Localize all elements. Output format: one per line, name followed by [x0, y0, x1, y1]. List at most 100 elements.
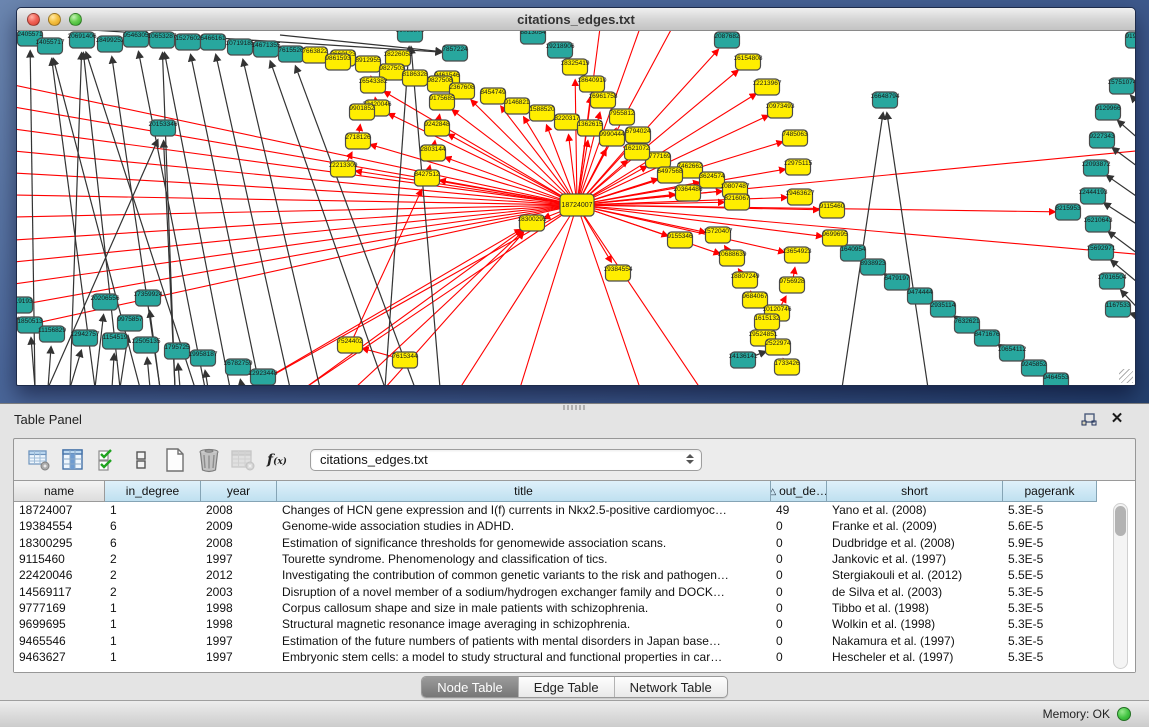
table-cell[interactable]: 1 [105, 634, 201, 648]
table-cell[interactable]: Franke et al. (2009) [827, 519, 1003, 533]
table-cell[interactable]: 0 [771, 519, 827, 533]
create-column-button[interactable] [160, 446, 190, 474]
table-cell[interactable]: 0 [771, 536, 827, 550]
table-cell[interactable]: 6 [105, 536, 201, 550]
minimize-window-button[interactable] [48, 13, 61, 26]
table-row[interactable]: 1456911722003Disruption of a novel membe… [14, 583, 1135, 599]
table-cell[interactable]: Yano et al. (2008) [827, 503, 1003, 517]
table-cell[interactable]: 5.5E-5 [1003, 568, 1097, 582]
table-cell[interactable]: Hescheler et al. (1997) [827, 650, 1003, 664]
table-cell[interactable]: 9463627 [14, 650, 105, 664]
table-cell[interactable]: Corpus callosum shape and size in male p… [277, 601, 771, 615]
table-cell[interactable]: 5.3E-5 [1003, 650, 1097, 664]
table-cell[interactable]: 1997 [201, 634, 277, 648]
table-selector-dropdown[interactable]: citations_edges.txt [310, 449, 702, 471]
show-columns-button[interactable] [58, 446, 88, 474]
table-row[interactable]: 1872400712008Changes of HCN gene express… [14, 502, 1135, 518]
table-cell[interactable]: Changes of HCN gene expression and I(f) … [277, 503, 771, 517]
table-cell[interactable]: 5.3E-5 [1003, 585, 1097, 599]
table-cell[interactable]: de Silva et al. (2003) [827, 585, 1003, 599]
column-header-pagerank[interactable]: pagerank [1003, 481, 1097, 502]
table-cell[interactable]: Embryonic stem cells: a model to study s… [277, 650, 771, 664]
close-window-button[interactable] [27, 13, 40, 26]
close-panel-icon[interactable]: ✕ [1109, 409, 1125, 429]
table-cell[interactable]: Nakamura et al. (1997) [827, 634, 1003, 648]
network-canvas[interactable]: 1872400724055711405571720691406184992529… [17, 31, 1135, 385]
table-row[interactable]: 977716911998Corpus callosum shape and si… [14, 600, 1135, 616]
table-vertical-scrollbar[interactable] [1113, 503, 1128, 669]
table-cell[interactable]: 0 [771, 634, 827, 648]
table-row[interactable]: 946554611997Estimation of the future num… [14, 632, 1135, 648]
table-cell[interactable]: Investigating the contribution of common… [277, 568, 771, 582]
table-cell[interactable]: 2009 [201, 519, 277, 533]
table-cell[interactable]: 0 [771, 601, 827, 615]
network-view-window[interactable]: citations_edges.txt 18724007240557114055… [16, 7, 1136, 386]
table-cell[interactable]: 14569117 [14, 585, 105, 599]
tab-network-table[interactable]: Network Table [615, 677, 727, 697]
table-cell[interactable]: 0 [771, 585, 827, 599]
memory-status-indicator[interactable] [1117, 707, 1131, 721]
scrollbar-thumb[interactable] [1115, 506, 1126, 536]
tab-node-table[interactable]: Node Table [422, 677, 519, 697]
table-cell[interactable]: 5.3E-5 [1003, 617, 1097, 631]
table-cell[interactable]: 5.3E-5 [1003, 634, 1097, 648]
table-row[interactable]: 969969511998Structural magnetic resonanc… [14, 616, 1135, 632]
zoom-window-button[interactable] [69, 13, 82, 26]
table-cell[interactable]: 9465546 [14, 634, 105, 648]
table-row[interactable]: 911546021997Tourette syndrome. Phenomeno… [14, 551, 1135, 567]
table-cell[interactable]: 2012 [201, 568, 277, 582]
row-height-button[interactable] [126, 446, 156, 474]
table-cell[interactable]: 5.9E-5 [1003, 536, 1097, 550]
table-cell[interactable]: Genome-wide association studies in ADHD. [277, 519, 771, 533]
column-header-title[interactable]: title [277, 481, 771, 502]
table-cell[interactable]: Stergiakouli et al. (2012) [827, 568, 1003, 582]
table-cell[interactable]: 1 [105, 617, 201, 631]
table-cell[interactable]: 9115460 [14, 552, 105, 566]
column-header-indegree[interactable]: in_degree [105, 481, 201, 502]
table-row[interactable]: 1830029562008Estimation of significance … [14, 535, 1135, 551]
column-header-year[interactable]: year [201, 481, 277, 502]
table-cell[interactable]: Structural magnetic resonance image aver… [277, 617, 771, 631]
table-cell[interactable]: Jankovic et al. (1997) [827, 552, 1003, 566]
column-header-outde[interactable]: △out_de… [771, 481, 827, 502]
tab-edge-table[interactable]: Edge Table [519, 677, 615, 697]
delete-table-button[interactable] [228, 446, 258, 474]
table-cell[interactable]: 6 [105, 519, 201, 533]
window-titlebar[interactable]: citations_edges.txt [17, 8, 1135, 31]
table-cell[interactable]: 18724007 [14, 503, 105, 517]
table-cell[interactable]: 18300295 [14, 536, 105, 550]
table-cell[interactable]: 9699695 [14, 617, 105, 631]
table-cell[interactable]: 2008 [201, 536, 277, 550]
table-row[interactable]: 946362711997Embryonic stem cells: a mode… [14, 649, 1135, 665]
table-cell[interactable]: 2 [105, 568, 201, 582]
table-row[interactable]: 1938455462009Genome-wide association stu… [14, 518, 1135, 534]
table-cell[interactable]: 1 [105, 650, 201, 664]
table-cell[interactable]: 49 [771, 503, 827, 517]
table-cell[interactable]: 5.6E-5 [1003, 519, 1097, 533]
table-cell[interactable]: 2 [105, 552, 201, 566]
table-options-button[interactable] [24, 446, 54, 474]
table-cell[interactable]: Estimation of significance thresholds fo… [277, 536, 771, 550]
table-cell[interactable]: 5.3E-5 [1003, 552, 1097, 566]
table-cell[interactable]: 0 [771, 617, 827, 631]
table-cell[interactable]: Wolkin et al. (1998) [827, 617, 1003, 631]
table-cell[interactable]: 9777169 [14, 601, 105, 615]
table-cell[interactable]: 1 [105, 601, 201, 615]
column-header-short[interactable]: short [827, 481, 1003, 502]
panel-divider-grip[interactable] [563, 405, 587, 410]
column-header-name[interactable]: name [14, 481, 105, 502]
table-cell[interactable]: 2003 [201, 585, 277, 599]
table-cell[interactable]: 5.3E-5 [1003, 503, 1097, 517]
table-cell[interactable]: Tourette syndrome. Phenomenology and cla… [277, 552, 771, 566]
table-cell[interactable]: 1 [105, 503, 201, 517]
table-cell[interactable]: 1998 [201, 617, 277, 631]
table-cell[interactable]: 2 [105, 585, 201, 599]
table-cell[interactable]: 5.3E-5 [1003, 601, 1097, 615]
table-cell[interactable]: 22420046 [14, 568, 105, 582]
table-row[interactable]: 2242004622012Investigating the contribut… [14, 567, 1135, 583]
table-cell[interactable]: 1998 [201, 601, 277, 615]
float-panel-icon[interactable] [1081, 412, 1097, 427]
table-cell[interactable]: 1997 [201, 650, 277, 664]
table-cell[interactable]: 0 [771, 650, 827, 664]
table-cell[interactable]: Estimation of the future numbers of pati… [277, 634, 771, 648]
